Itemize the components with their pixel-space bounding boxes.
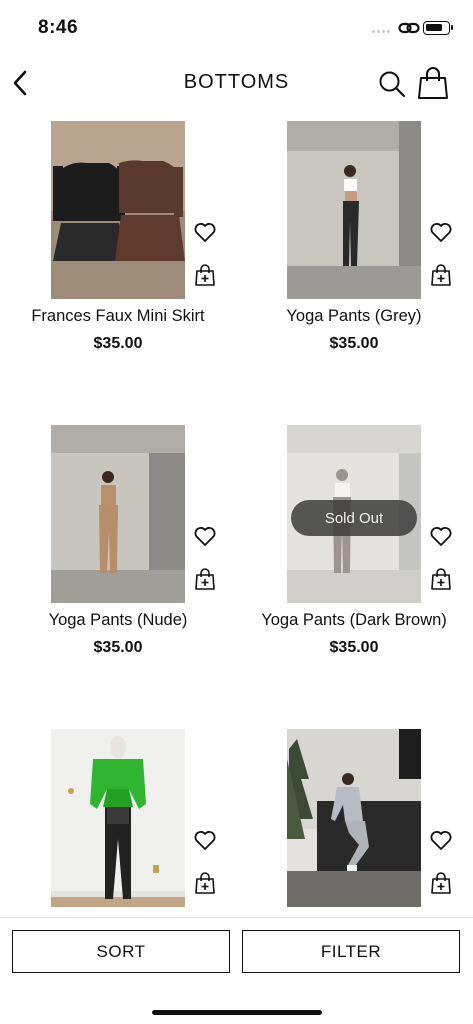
product-name[interactable]: Yoga Pants (Grey): [236, 307, 472, 326]
heart-icon[interactable]: [429, 828, 453, 852]
product-price: $35.00: [329, 335, 379, 352]
product-image[interactable]: [287, 121, 421, 299]
heart-icon[interactable]: [193, 524, 217, 548]
sold-out-badge: Sold Out: [291, 500, 417, 536]
home-indicator[interactable]: [152, 1010, 322, 1015]
product-image[interactable]: [287, 729, 421, 907]
product-card[interactable]: Frances Faux Mini Skirt $35.00: [0, 121, 236, 421]
product-name[interactable]: Frances Faux Mini Skirt: [0, 307, 236, 326]
product-image[interactable]: [51, 121, 185, 299]
link-icon: [398, 22, 420, 34]
signal-icon: [372, 30, 390, 33]
search-icon[interactable]: [377, 69, 407, 99]
shopping-bag-icon[interactable]: [417, 66, 449, 100]
heart-icon[interactable]: [193, 828, 217, 852]
product-card[interactable]: Yoga Pants (Nude) $35.00: [0, 425, 236, 725]
status-bar: 8:46: [0, 0, 473, 56]
product-card[interactable]: Yoga Pants (Grey) $35.00: [236, 121, 472, 421]
filter-button[interactable]: FILTER: [242, 930, 460, 973]
battery-icon: [423, 21, 453, 35]
add-to-bag-icon[interactable]: [430, 568, 452, 590]
product-image[interactable]: [51, 729, 185, 907]
product-name[interactable]: Yoga Pants (Nude): [0, 611, 236, 630]
product-card[interactable]: Sold Out Yoga Pants (Dark Brown) $35.00: [236, 425, 472, 725]
heart-icon[interactable]: [429, 220, 453, 244]
add-to-bag-icon[interactable]: [430, 264, 452, 286]
add-to-bag-icon[interactable]: [194, 872, 216, 894]
add-to-bag-icon[interactable]: [194, 264, 216, 286]
product-price: $35.00: [93, 639, 143, 656]
nav-header: BOTTOMS: [0, 58, 473, 108]
product-image[interactable]: [51, 425, 185, 603]
heart-icon[interactable]: [429, 524, 453, 548]
product-price: $35.00: [329, 639, 379, 656]
product-name[interactable]: Yoga Pants (Dark Brown): [236, 611, 472, 630]
product-image[interactable]: Sold Out: [287, 425, 421, 603]
status-time: 8:46: [38, 17, 79, 38]
bottom-action-bar: SORT FILTER: [0, 917, 473, 1024]
heart-icon[interactable]: [193, 220, 217, 244]
sort-button[interactable]: SORT: [12, 930, 230, 973]
product-price: $35.00: [93, 335, 143, 352]
add-to-bag-icon[interactable]: [430, 872, 452, 894]
add-to-bag-icon[interactable]: [194, 568, 216, 590]
